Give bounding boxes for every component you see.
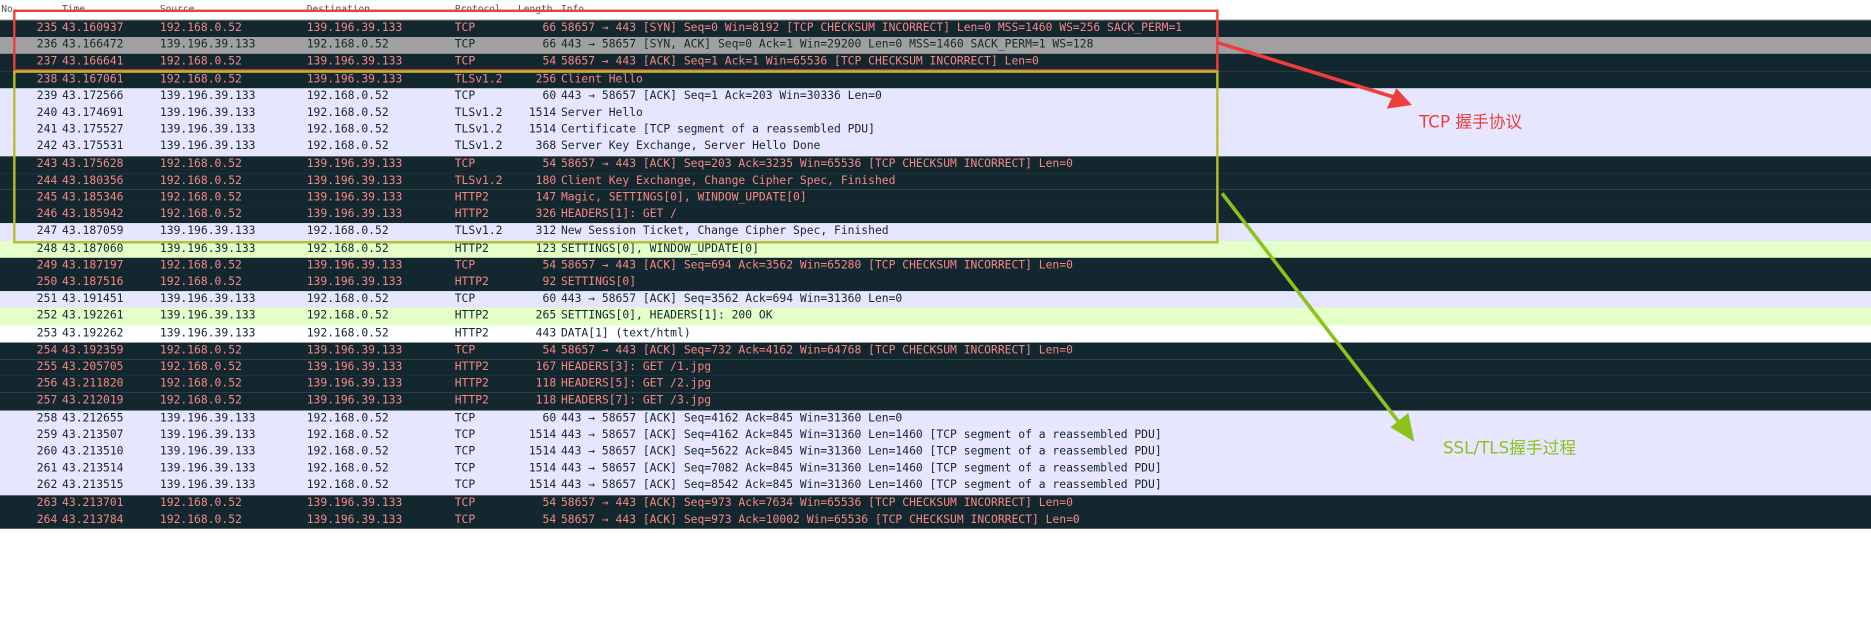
tcp-arrow xyxy=(1218,41,1412,109)
packet-list-capture: No. Time Source Destination Protocol Len… xyxy=(0,0,1871,640)
tls-arrow xyxy=(1220,192,1415,442)
tcp-handshake-label: TCP 握手协议 xyxy=(1419,113,1523,133)
tls-handshake-label: SSL/TLS握手过程 xyxy=(1442,439,1577,459)
annotation-arrows xyxy=(1218,41,1415,442)
